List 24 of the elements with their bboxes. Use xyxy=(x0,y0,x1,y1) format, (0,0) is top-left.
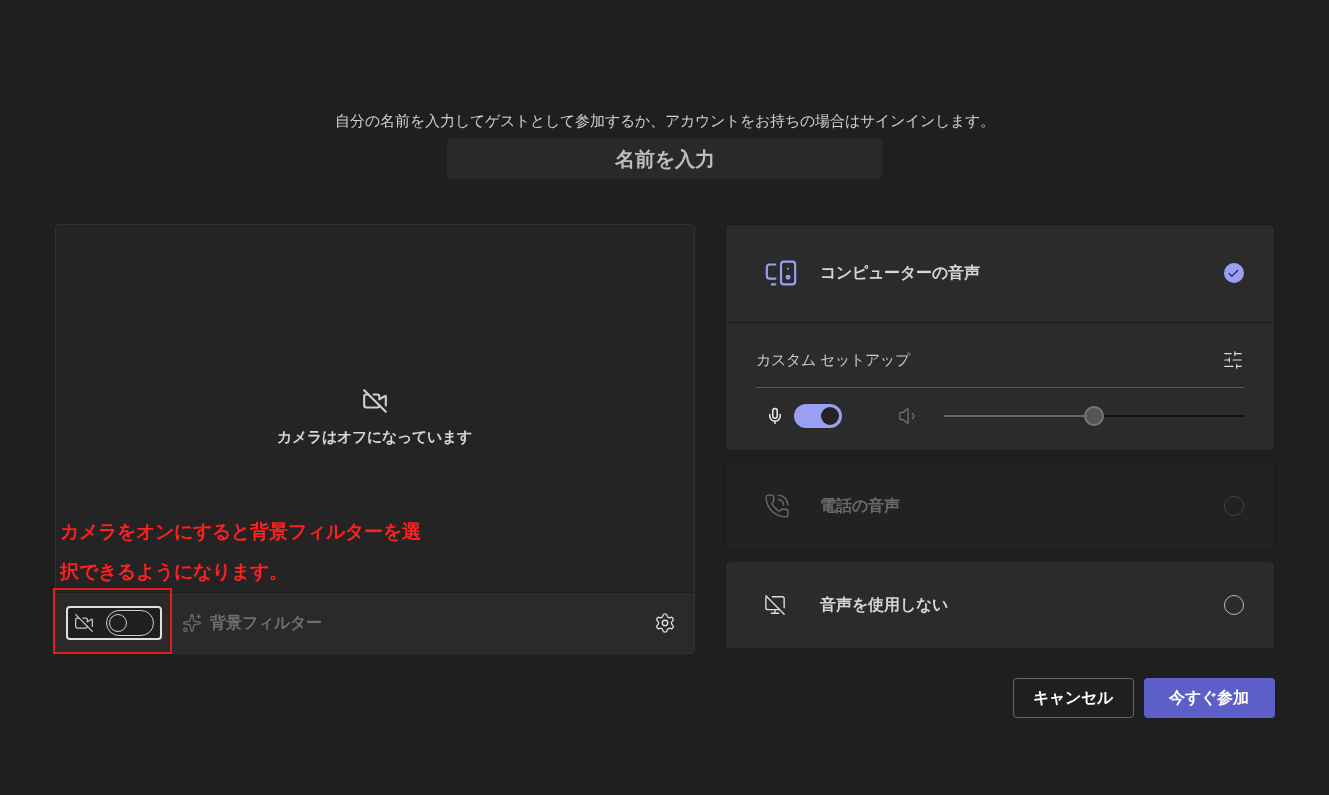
selected-check-icon xyxy=(1223,263,1244,283)
camera-status-text: カメラはオフになっています xyxy=(277,426,472,448)
name-input-field[interactable]: 名前を入力 xyxy=(447,138,882,179)
speaker-volume-slider[interactable] xyxy=(943,406,1244,426)
audio-option-label: コンピューターの音声 xyxy=(819,262,980,284)
join-button[interactable]: 今すぐ参加 xyxy=(1143,678,1275,718)
monitor-off-icon xyxy=(763,594,786,616)
audio-option-card[interactable]: コンピューターの音声 カスタム セットアップ xyxy=(724,223,1275,451)
camera-toggle-button[interactable] xyxy=(65,605,162,640)
phone-icon xyxy=(763,493,790,519)
microphone-toggle[interactable] xyxy=(793,404,842,428)
audio-option-label: 音声を使用しない xyxy=(819,594,948,616)
settings-sliders-icon[interactable] xyxy=(1221,348,1244,371)
annotation-text: 択できるようになります。 xyxy=(59,559,289,584)
custom-setup-label: カスタム セットアップ xyxy=(755,349,911,371)
camera-off-icon xyxy=(361,387,388,414)
intro-text: 自分の名前を入力してゲストとして参加するか、アカウントをお持ちの場合はサインインします。 xyxy=(334,111,995,132)
cancel-button[interactable]: キャンセル xyxy=(1012,678,1134,718)
slider-thumb[interactable] xyxy=(1083,406,1104,426)
settings-icon[interactable] xyxy=(653,611,676,634)
audio-option-label: 電話の音声 xyxy=(819,495,900,517)
annotation-text: カメラをオンにすると背景フィルターを選 xyxy=(59,518,421,544)
camera-off-icon xyxy=(73,612,94,633)
audio-option-card[interactable]: 音声を使用しない xyxy=(724,561,1275,649)
